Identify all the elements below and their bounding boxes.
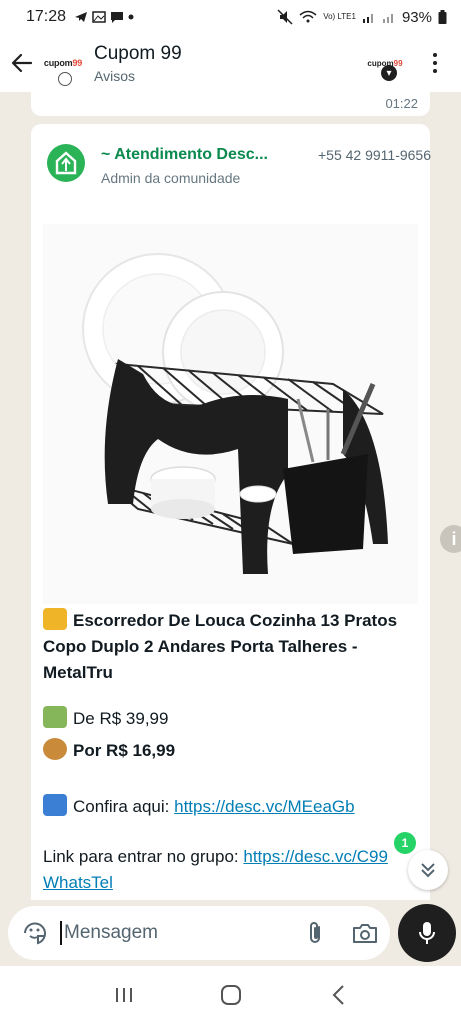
more-options-button[interactable] bbox=[423, 43, 447, 83]
wifi-icon bbox=[299, 10, 317, 23]
battery-percent: 93% bbox=[401, 8, 432, 26]
dot-icon bbox=[128, 14, 134, 20]
dot-icon bbox=[433, 61, 437, 65]
chat-title: Cupom 99 bbox=[94, 42, 182, 64]
chat-header: cupom99 Cupom 99 Avisos cupom99 ▾ bbox=[0, 34, 461, 92]
system-back-button[interactable] bbox=[318, 975, 358, 1015]
scroll-to-bottom-button[interactable] bbox=[408, 850, 448, 890]
sticker-icon bbox=[24, 922, 46, 945]
product-title: Escorredor De Louca Cozinha 13 Pratos Co… bbox=[43, 608, 423, 686]
home-button[interactable] bbox=[211, 975, 251, 1015]
mic-button[interactable] bbox=[398, 904, 456, 962]
text-cursor bbox=[60, 921, 62, 945]
chat-subtitle: Avisos bbox=[94, 67, 135, 84]
previous-message[interactable]: 01:22 bbox=[31, 92, 430, 116]
recent-apps-button[interactable] bbox=[104, 975, 144, 1015]
disappearing-timer-icon bbox=[58, 72, 72, 86]
image-icon bbox=[92, 11, 106, 23]
sender-role: Admin da comunidade bbox=[101, 170, 241, 186]
signal-icon bbox=[362, 14, 373, 23]
money-bag-icon bbox=[43, 738, 67, 760]
price-from: De R$ 39,99 bbox=[43, 706, 423, 732]
dot-icon bbox=[433, 53, 437, 57]
chat-area[interactable]: 01:22 ~ Atendimento Desc... +55 42 9911-… bbox=[0, 92, 461, 900]
check-row: Confira aqui: https://desc.vc/MEeaGb bbox=[43, 794, 423, 820]
price-now: Por R$ 16,99 bbox=[43, 738, 423, 764]
message-input-container[interactable]: Mensagem bbox=[8, 906, 390, 960]
info-icon[interactable]: i bbox=[440, 525, 461, 553]
double-chevron-down-icon bbox=[421, 863, 435, 878]
microphone-icon bbox=[419, 922, 435, 944]
sender-row: ~ Atendimento Desc... +55 42 9911-9656 A… bbox=[47, 144, 431, 186]
status-time: 17:28 bbox=[26, 8, 67, 25]
battery-icon bbox=[438, 10, 447, 24]
sender-avatar[interactable] bbox=[47, 144, 85, 182]
mute-icon bbox=[277, 9, 293, 25]
camera-button[interactable] bbox=[350, 918, 380, 948]
chevron-left-icon bbox=[332, 985, 344, 1005]
community-button[interactable]: cupom99 ▾ bbox=[365, 43, 405, 83]
house-icon bbox=[55, 151, 77, 175]
telegram-icon bbox=[75, 12, 88, 22]
message-time: 01:22 bbox=[385, 96, 418, 111]
dot-icon bbox=[433, 69, 437, 73]
status-bar: 17:28 Vo) LTE1 93% bbox=[0, 0, 461, 34]
title-block[interactable]: Cupom 99 Avisos bbox=[94, 43, 182, 84]
arrow-curve-icon bbox=[43, 794, 67, 816]
sender-phone: +55 42 9911-9656 bbox=[317, 147, 431, 163]
sender-info: ~ Atendimento Desc... +55 42 9911-9656 A… bbox=[101, 144, 431, 186]
notification-icons bbox=[74, 10, 134, 24]
group-row: Link para entrar no grupo: https://desc.… bbox=[43, 847, 388, 892]
unread-badge: 1 bbox=[394, 832, 416, 854]
shopping-bag-icon bbox=[43, 608, 67, 630]
system-nav-bar bbox=[0, 966, 461, 1024]
group-avatar[interactable]: cupom99 bbox=[40, 43, 86, 86]
chat-icon bbox=[111, 12, 124, 23]
check-link[interactable]: https://desc.vc/MEeaGb bbox=[174, 797, 354, 816]
camera-icon bbox=[353, 924, 377, 943]
home-icon bbox=[220, 985, 241, 1005]
chevron-down-icon: ▾ bbox=[381, 65, 397, 81]
money-with-wings-icon bbox=[43, 706, 67, 728]
paperclip-icon bbox=[310, 922, 320, 943]
product-image[interactable] bbox=[43, 224, 418, 604]
attach-button[interactable] bbox=[300, 918, 330, 948]
message-bubble[interactable]: ~ Atendimento Desc... +55 42 9911-9656 A… bbox=[31, 124, 431, 900]
message-input[interactable]: Mensagem bbox=[64, 922, 158, 944]
status-right: Vo) LTE1 93% bbox=[277, 9, 447, 26]
input-bar: Mensagem bbox=[0, 900, 461, 966]
dish-rack-illustration bbox=[82, 253, 388, 574]
signal-2-icon bbox=[382, 14, 393, 23]
back-button[interactable] bbox=[4, 43, 40, 83]
sticker-button[interactable] bbox=[20, 918, 50, 948]
network-label: Vo) LTE1 bbox=[323, 12, 356, 21]
recents-icon bbox=[115, 988, 132, 1002]
group-logo: cupom99 bbox=[43, 58, 83, 68]
arrow-left-icon bbox=[11, 53, 33, 73]
